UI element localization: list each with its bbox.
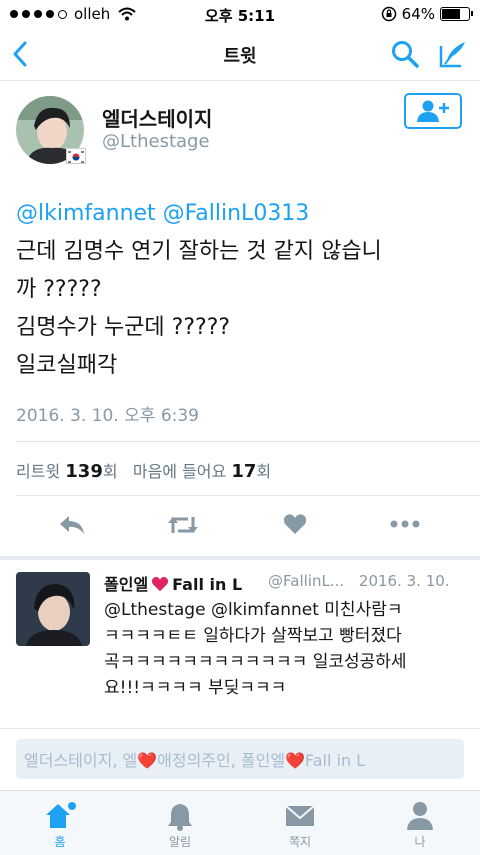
tab-label: 알림 xyxy=(168,835,192,849)
tweet-stats[interactable]: 리트윗 139회 마음에 들어요 17회 xyxy=(16,458,271,482)
tweet-text-line: 까 ????? xyxy=(16,277,102,302)
nav-bar: 트윗 xyxy=(0,28,480,81)
tab-bar: 홈 알림 쪽지 나 xyxy=(0,790,480,855)
compose-tweet-icon[interactable] xyxy=(437,38,469,70)
reply-date: 2016. 3. 10. xyxy=(358,572,450,590)
tab-label: 홈 xyxy=(54,835,66,849)
likes-unit: 회 xyxy=(256,462,272,481)
tweet-mentions[interactable]: @lkimfannet @FallinL0313 xyxy=(16,195,468,233)
tab-home[interactable]: 홈 xyxy=(12,791,108,850)
reply-text-line: @Lthestage @lkimfannet 미친사람ㅋ xyxy=(104,600,403,620)
status-bar: olleh 오후 5:11 64% xyxy=(0,0,480,28)
reply-author-name-suffix: Fall in L xyxy=(172,575,243,594)
like-heart-icon[interactable] xyxy=(283,513,307,535)
tab-label: 나 xyxy=(414,835,426,849)
search-icon[interactable] xyxy=(390,39,420,69)
tweet-text-line: 근데 김명수 연기 잘하는 것 같지 않습니 xyxy=(16,239,382,264)
tweet-actions xyxy=(0,510,480,546)
likes-count: 17 xyxy=(231,461,257,482)
divider xyxy=(16,495,480,496)
reply-author-name-text: 폴인엘 xyxy=(104,575,149,594)
author-name[interactable]: 엘더스테이지 xyxy=(102,103,212,132)
red-heart-icon xyxy=(152,577,169,592)
tweet-text-line: 일코실패각 xyxy=(16,353,118,378)
rotation-lock-icon xyxy=(381,6,396,22)
add-user-icon xyxy=(417,100,449,122)
reply-input[interactable]: 엘더스테이지, 엘❤️애정의주인, 폴인엘❤️Fall in L xyxy=(16,739,464,779)
reply-author-name[interactable]: 폴인엘 Fall in L xyxy=(104,571,242,595)
section-separator xyxy=(0,556,480,560)
tweet-timestamp: 2016. 3. 10. 오후 6:39 xyxy=(16,406,199,426)
retweets-unit: 회 xyxy=(102,462,118,481)
home-icon xyxy=(46,802,76,828)
retweet-icon[interactable] xyxy=(166,513,200,537)
reply-text-line: 요!!!ㅋㅋㅋㅋ 부딪ㅋㅋㅋ xyxy=(104,678,287,698)
reply-text: @Lthestage @lkimfannet 미친사람ㅋ ㅋㅋㅋㅋㅌㅌ 일하다가… xyxy=(104,597,468,701)
reply-avatar[interactable] xyxy=(16,572,90,646)
retweets-label: 리트윗 xyxy=(16,462,61,481)
reply-avatar-image xyxy=(16,572,90,646)
battery-icon xyxy=(440,7,473,21)
tweet-text: @lkimfannet @FallinL0313 근데 김명수 연기 잘하는 것… xyxy=(16,195,468,385)
more-options-icon[interactable] xyxy=(390,520,420,528)
reply-text-line: ㅋㅋㅋㅋㅌㅌ 일하다가 살짝보고 빵터졌다 xyxy=(104,626,402,646)
tab-notifications[interactable]: 알림 xyxy=(132,791,228,850)
korea-flag-icon xyxy=(66,148,86,164)
divider xyxy=(16,441,480,442)
envelope-icon xyxy=(285,805,315,826)
retweets-count: 139 xyxy=(65,461,103,482)
reply-text-line: 곡ㅋㅋㅋㅋㅋㅋㅋㅋㅋㅋㅋㅋ 일코성공하세 xyxy=(104,652,407,672)
likes-label: 마음에 들어요 xyxy=(132,462,227,481)
bell-icon xyxy=(168,804,192,831)
status-right: 64% xyxy=(381,5,473,23)
tweet-text-line: 김명수가 누군데 ????? xyxy=(16,315,231,340)
follow-button[interactable] xyxy=(404,93,462,129)
tab-messages[interactable]: 쪽지 xyxy=(252,791,348,850)
author-handle[interactable]: @Lthestage xyxy=(102,131,210,152)
tab-label: 쪽지 xyxy=(288,835,312,849)
person-icon xyxy=(407,802,433,830)
reply-author-handle[interactable]: @FallinL... xyxy=(268,572,344,590)
reply-icon[interactable] xyxy=(58,514,86,536)
reply-input-placeholder: 엘더스테이지, 엘❤️애정의주인, 폴인엘❤️Fall in L xyxy=(24,751,366,770)
battery-percent: 64% xyxy=(401,5,435,23)
reply-meta: @FallinL... 2016. 3. 10. xyxy=(268,572,450,590)
flag-emblem-icon xyxy=(68,151,84,163)
tab-me[interactable]: 나 xyxy=(372,791,468,850)
